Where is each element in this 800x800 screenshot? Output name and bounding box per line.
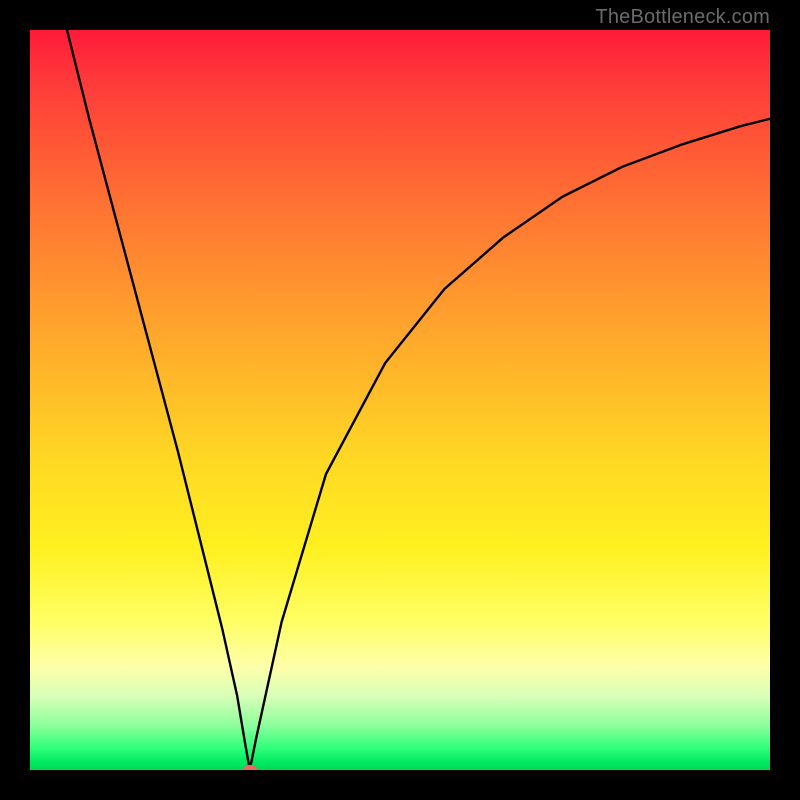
plot-area xyxy=(30,30,770,770)
bottleneck-curve xyxy=(67,30,770,770)
curve-layer xyxy=(30,30,770,770)
watermark-label: TheBottleneck.com xyxy=(595,6,770,29)
optimum-marker xyxy=(243,765,257,770)
chart-frame: TheBottleneck.com xyxy=(0,0,800,800)
